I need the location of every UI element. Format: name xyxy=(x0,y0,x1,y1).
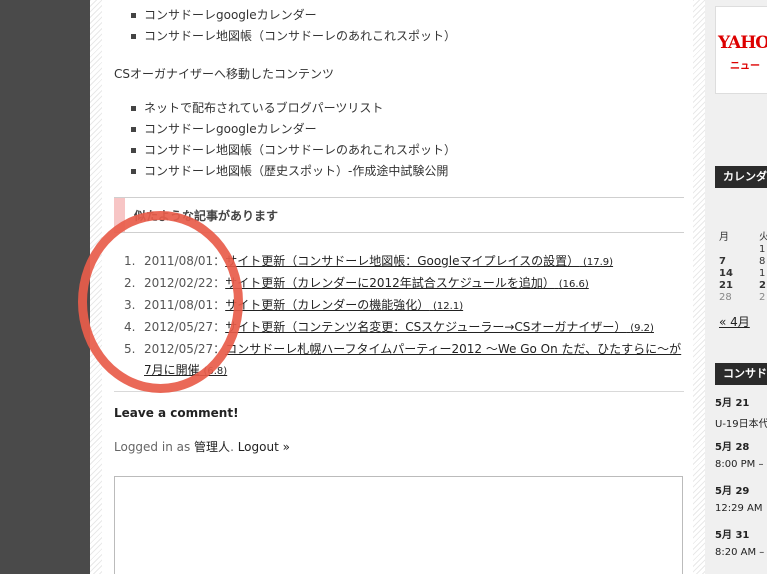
left-gutter xyxy=(0,0,90,574)
related-posts-list: 1. 2011/08/01：サイト更新（コンサドーレ地図帳：Googleマイプレイ… xyxy=(114,251,684,382)
related-post-date: 2011/08/01 xyxy=(144,254,214,268)
related-posts-heading: 似たような記事があります xyxy=(134,209,279,223)
event-link[interactable]: 12:29 AM xyxy=(715,503,762,514)
list-item-text: ネットで配布されているブログパーツリスト xyxy=(144,101,384,115)
list-item[interactable]: コンサドーレgoogleカレンダー xyxy=(128,5,456,26)
calendar-row: 28 2 xyxy=(719,292,765,303)
list-item[interactable]: ネットで配布されているブログパーツリスト xyxy=(128,98,456,119)
related-posts-header: 似たような記事があります xyxy=(114,197,684,233)
related-post-item: 5. 2012/05/27：コンサドーレ札幌ハーフタイムパーティー2012 〜We… xyxy=(114,339,684,382)
related-header-accent xyxy=(114,198,125,232)
related-post-sep: ： xyxy=(213,298,226,312)
related-post-title: サイト更新（コンテンツ名変更：CSスケジューラー→CSオーガナイザー） xyxy=(225,320,627,334)
event-date: 5月 29 xyxy=(715,486,750,497)
related-post-number: 2. xyxy=(124,276,136,290)
stripe-border-right xyxy=(693,0,705,574)
event-date: 5月 21 xyxy=(715,398,750,409)
related-post-score: (12.1) xyxy=(433,301,464,312)
calendar-day: 1 xyxy=(759,244,766,255)
list-item[interactable]: コンサドーレ地図帳（コンサドーレのあれこれスポット） xyxy=(128,140,456,161)
event-link[interactable]: 8:20 AM – xyxy=(715,547,764,558)
calendar-prev-month-link[interactable]: « 4月 xyxy=(719,313,750,330)
event-date: 5月 31 xyxy=(715,530,750,541)
list-item-text: コンサドーレgoogleカレンダー xyxy=(144,8,317,22)
related-post-item: 4. 2012/05/27：サイト更新（コンテンツ名変更：CSスケジューラー→CS… xyxy=(114,317,684,339)
related-post-sep: ： xyxy=(213,320,226,334)
logout-link[interactable]: Logout » xyxy=(238,440,290,454)
list-item[interactable]: コンサドーレgoogleカレンダー xyxy=(128,119,456,140)
related-post-title: サイト更新（コンサドーレ地図帳：Googleマイプレイスの設置） xyxy=(225,254,580,268)
main-content-column: コンサドーレgoogleカレンダー コンサドーレ地図帳（コンサドーレのあれこれス… xyxy=(102,0,693,574)
calendar-row: 21 2 xyxy=(719,280,766,291)
calendar-day[interactable]: 2 xyxy=(759,280,766,291)
related-post-item: 2. 2012/02/22：サイト更新（カレンダーに2012年試合スケジュールを追… xyxy=(114,273,684,295)
related-post-title: サイト更新（カレンダーに2012年試合スケジュールを追加） xyxy=(225,276,555,290)
related-post-sep: ： xyxy=(213,342,226,356)
list-item[interactable]: コンサドーレ地図帳（歴史スポット）-作成途中試験公開 xyxy=(128,161,456,182)
schedule-widget-title: コンサド xyxy=(715,363,767,385)
related-post-score: (16.6) xyxy=(558,279,589,290)
event-date: 5月 28 xyxy=(715,442,750,453)
related-post-sep: ： xyxy=(213,254,226,268)
related-post-date: 2012/05/27 xyxy=(144,320,214,334)
related-post-date: 2012/05/27 xyxy=(144,342,214,356)
related-post-number: 5. xyxy=(124,342,136,356)
related-post-link[interactable]: サイト更新（コンサドーレ地図帳：Googleマイプレイスの設置） (17.9) xyxy=(225,254,613,268)
event-link[interactable]: 8:00 PM – xyxy=(715,459,763,470)
cs-content-list: ネットで配布されているブログパーツリスト コンサドーレgoogleカレンダー コ… xyxy=(128,98,456,182)
list-item-text: コンサドーレ地図帳（歴史スポット）-作成途中試験公開 xyxy=(144,164,449,178)
related-post-link[interactable]: サイト更新（カレンダーに2012年試合スケジュールを追加） (16.6) xyxy=(225,276,589,290)
calendar-day: 1 xyxy=(759,268,766,279)
calendar-header: 月 火 xyxy=(719,228,767,243)
related-post-item: 1. 2011/08/01：サイト更新（コンサドーレ地図帳：Googleマイプレイ… xyxy=(114,251,684,273)
comment-textarea[interactable] xyxy=(114,476,683,574)
related-post-score: (17.9) xyxy=(582,257,614,268)
logged-in-prefix: Logged in as xyxy=(114,440,195,454)
calendar-day: 28 xyxy=(719,292,732,303)
list-item-text: コンサドーレ地図帳（コンサドーレのあれこれスポット） xyxy=(144,143,457,157)
calendar-row: 7 8 xyxy=(719,256,765,267)
yahoo-sub-label: ニュー xyxy=(730,61,760,72)
related-post-date: 2012/02/22 xyxy=(144,276,214,290)
calendar-day[interactable]: 7 xyxy=(719,256,726,267)
list-item-text: コンサドーレ地図帳（コンサドーレのあれこれスポット） xyxy=(144,29,457,43)
related-post-link[interactable]: サイト更新（カレンダーの機能強化） (12.1) xyxy=(225,298,463,312)
logged-in-separator: . xyxy=(230,440,238,454)
profile-link[interactable]: 管理人 xyxy=(194,440,230,454)
list-item[interactable]: コンサドーレ地図帳（コンサドーレのあれこれスポット） xyxy=(128,26,456,47)
related-post-number: 3. xyxy=(124,298,136,312)
related-post-number: 4. xyxy=(124,320,136,334)
calendar-widget-title: カレンダ xyxy=(715,166,767,188)
related-post-score: (9.2) xyxy=(630,323,654,334)
related-post-link[interactable]: コンサドーレ札幌ハーフタイムパーティー2012 〜We Go On ただ、ひたす… xyxy=(144,342,681,377)
related-post-sep: ： xyxy=(213,276,226,290)
stripe-border-left xyxy=(90,0,102,574)
event-link[interactable]: U-19日本代 xyxy=(715,415,767,430)
related-post-date: 2011/08/01 xyxy=(144,298,214,312)
related-post-number: 1. xyxy=(124,254,136,268)
cs-section-label: CSオーガナイザーへ移動したコンテンツ xyxy=(114,67,334,81)
sidebar: YAHO ニュー カレンダ 月 火 1 7 8 14 1 21 2 28 2 «… xyxy=(705,0,767,574)
calendar-day: 8 xyxy=(759,256,766,267)
yahoo-news-banner[interactable]: YAHO ニュー xyxy=(715,6,767,94)
yahoo-logo: YAHO xyxy=(718,33,767,53)
top-content-list: コンサドーレgoogleカレンダー コンサドーレ地図帳（コンサドーレのあれこれス… xyxy=(128,5,456,47)
calendar-row: 14 1 xyxy=(719,268,765,279)
list-item-text: コンサドーレgoogleカレンダー xyxy=(144,122,317,136)
related-post-title: サイト更新（カレンダーの機能強化） xyxy=(225,298,430,312)
related-post-link[interactable]: サイト更新（コンテンツ名変更：CSスケジューラー→CSオーガナイザー） (9.2… xyxy=(225,320,654,334)
calendar-day[interactable]: 21 xyxy=(719,280,733,291)
calendar-header-mon: 月 xyxy=(719,232,729,243)
related-post-item: 3. 2011/08/01：サイト更新（カレンダーの機能強化） (12.1) xyxy=(114,295,684,317)
related-post-score: (6.8) xyxy=(203,366,228,377)
calendar-header-tue: 火 xyxy=(759,232,767,243)
calendar-day[interactable]: 14 xyxy=(719,268,733,279)
calendar-day: 2 xyxy=(759,292,766,303)
logged-in-line: Logged in as 管理人. Logout » xyxy=(114,438,290,455)
leave-comment-heading: Leave a comment! xyxy=(114,406,239,420)
section-divider xyxy=(114,391,684,392)
